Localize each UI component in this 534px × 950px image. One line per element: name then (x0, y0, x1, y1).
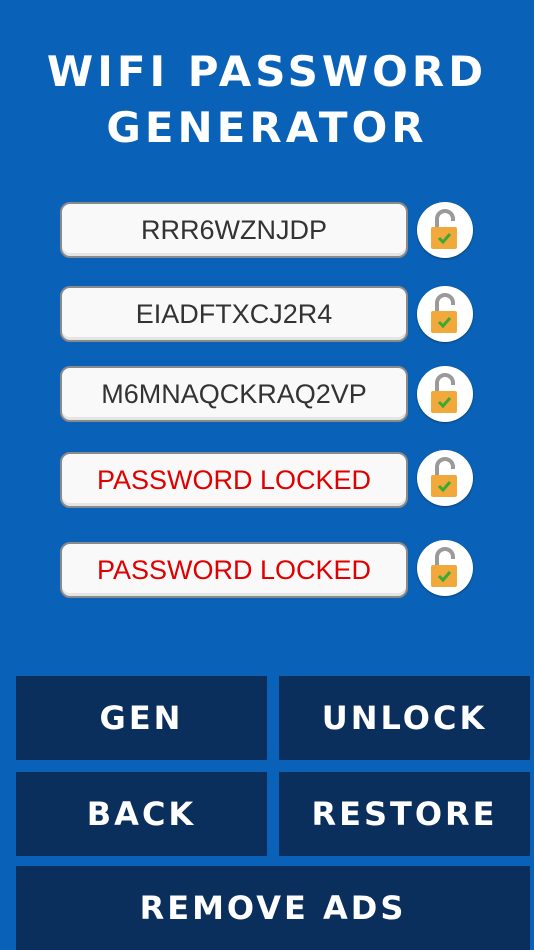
password-field-4[interactable]: PASSWORD LOCKED (60, 452, 408, 508)
unlocked-padlock-icon (431, 373, 457, 413)
lock-button-2[interactable] (417, 286, 473, 342)
unlocked-padlock-icon (431, 547, 457, 587)
password-field-1[interactable]: RRR6WZNJDP (60, 202, 408, 258)
unlocked-padlock-icon (431, 209, 457, 249)
restore-button[interactable]: RESTORE (279, 772, 530, 856)
gen-button[interactable]: GEN (16, 676, 267, 760)
password-field-3[interactable]: M6MNAQCKRAQ2VP (60, 366, 408, 422)
lock-button-5[interactable] (417, 540, 473, 596)
app-title: WIFI PASSWORD GENERATOR (0, 44, 534, 156)
unlocked-padlock-icon (431, 457, 457, 497)
lock-button-3[interactable] (417, 366, 473, 422)
back-button[interactable]: BACK (16, 772, 267, 856)
password-field-2[interactable]: EIADFTXCJ2R4 (60, 286, 408, 342)
unlocked-padlock-icon (431, 293, 457, 333)
lock-button-4[interactable] (417, 450, 473, 506)
remove-ads-button[interactable]: REMOVE ADS (16, 866, 530, 950)
password-field-5[interactable]: PASSWORD LOCKED (60, 542, 408, 598)
title-line-1: WIFI PASSWORD (46, 47, 488, 96)
unlock-button[interactable]: UNLOCK (279, 676, 530, 760)
lock-button-1[interactable] (417, 202, 473, 258)
title-line-2: GENERATOR (106, 103, 428, 152)
